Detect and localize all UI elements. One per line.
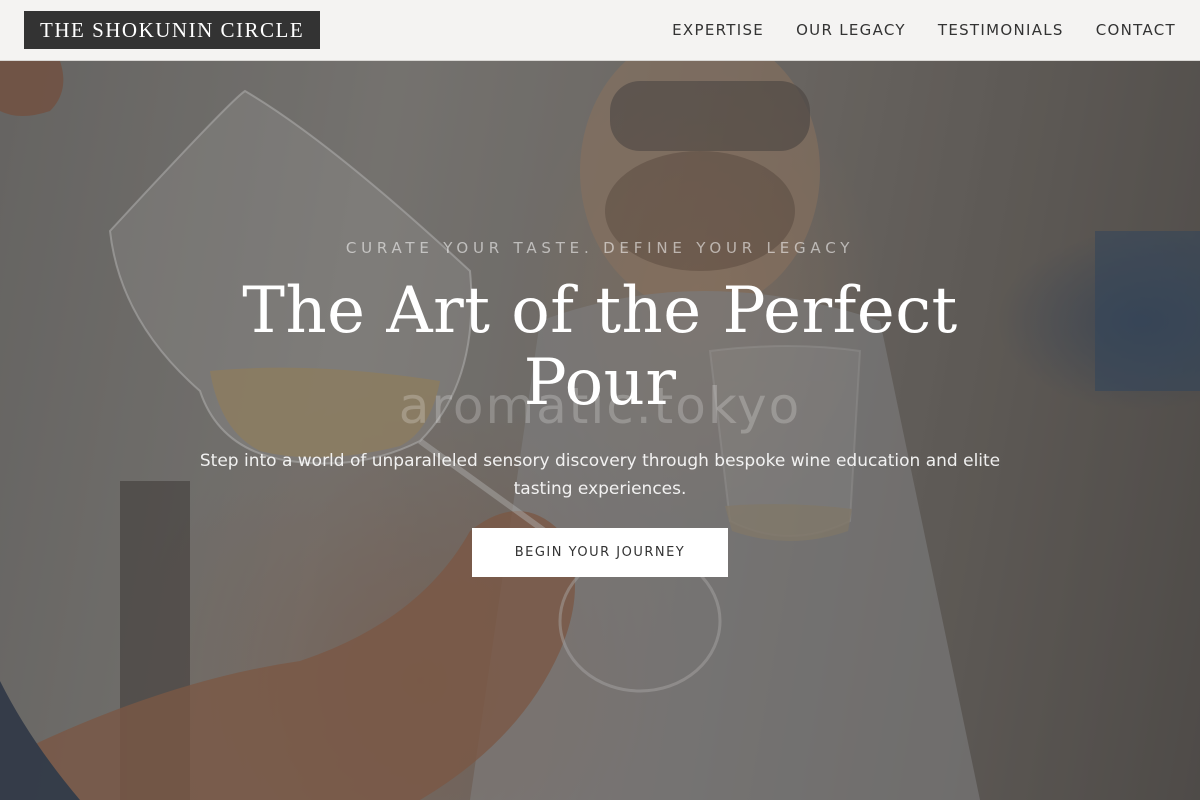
hero-section: CURATE YOUR TASTE. DEFINE YOUR LEGACY ar… (0, 61, 1200, 800)
hero-title: The Art of the Perfect Pour (242, 274, 958, 420)
hero-content: CURATE YOUR TASTE. DEFINE YOUR LEGACY ar… (0, 61, 1200, 800)
nav-link-contact[interactable]: CONTACT (1096, 21, 1176, 39)
site-header: THE SHOKUNIN CIRCLE EXPERTISE OUR LEGACY… (0, 0, 1200, 61)
nav-link-testimonials[interactable]: TESTIMONIALS (938, 21, 1064, 39)
brand-logo[interactable]: THE SHOKUNIN CIRCLE (24, 11, 321, 49)
hero-tagline: CURATE YOUR TASTE. DEFINE YOUR LEGACY (345, 239, 855, 257)
nav-link-our-legacy[interactable]: OUR LEGACY (796, 21, 906, 39)
nav-link-expertise[interactable]: EXPERTISE (672, 21, 764, 39)
begin-journey-button[interactable]: BEGIN YOUR JOURNEY (472, 528, 728, 577)
main-nav: EXPERTISE OUR LEGACY TESTIMONIALS CONTAC… (672, 21, 1176, 39)
hero-subtitle: Step into a world of unparalleled sensor… (199, 451, 1001, 499)
